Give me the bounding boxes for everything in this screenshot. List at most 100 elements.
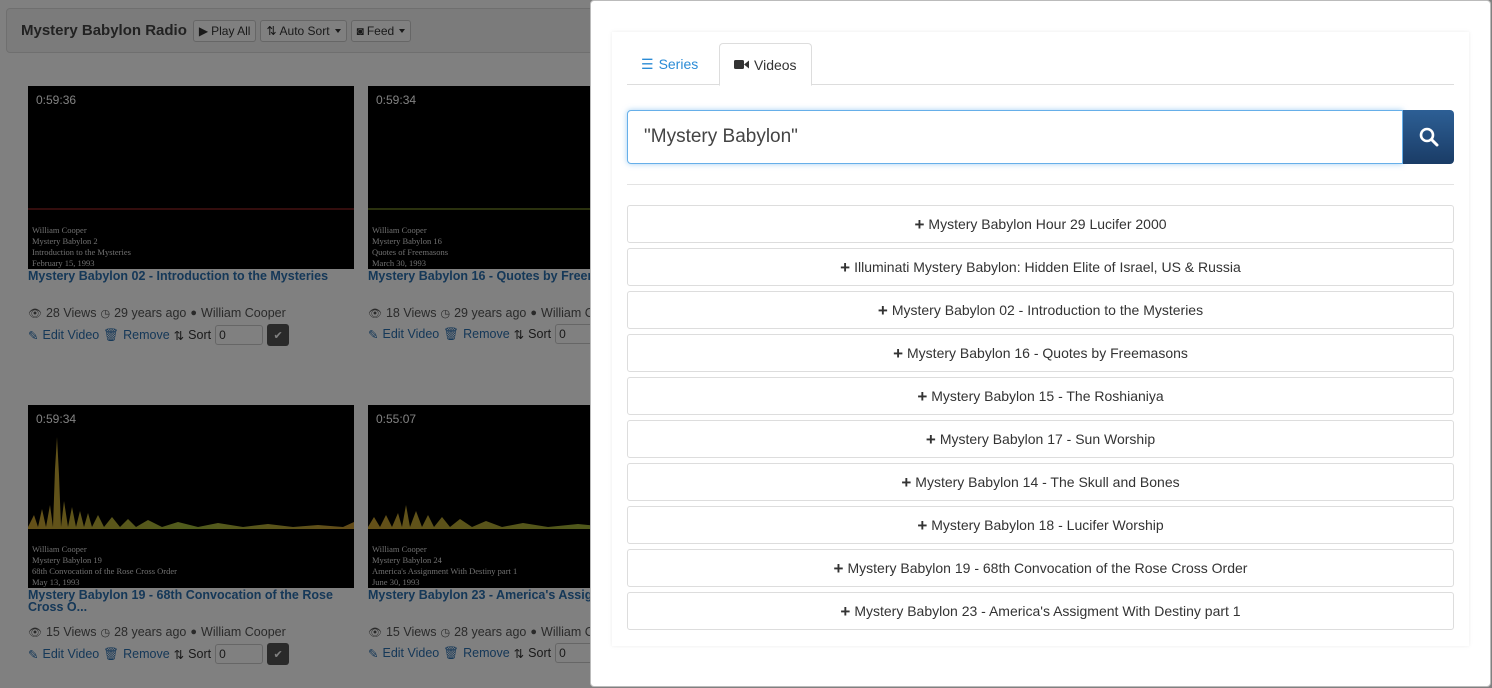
thumbnail-caption: William Cooper Mystery Babylon 19 68th C… xyxy=(32,544,177,588)
clock-icon: ◷ xyxy=(100,626,111,639)
feed-label: Feed xyxy=(366,23,395,38)
modal-tabs: ☰ Series Videos xyxy=(627,43,1454,86)
plus-icon: + xyxy=(877,300,888,320)
thumb-line: William Cooper xyxy=(372,544,427,554)
sort-icon: ⇅ xyxy=(266,23,277,38)
views-count: 28 Views xyxy=(45,306,97,320)
user-icon: ● xyxy=(530,307,538,319)
plus-icon: + xyxy=(901,472,912,492)
eye-icon: 👁 xyxy=(28,307,42,320)
tab-series[interactable]: ☰ Series xyxy=(627,43,712,85)
video-duration: 0:59:34 xyxy=(36,412,77,426)
video-thumbnail[interactable]: 0:59:36 William Cooper Mystery Babylon 2… xyxy=(28,86,354,269)
video-age: 28 years ago xyxy=(114,625,187,639)
plus-icon: + xyxy=(917,515,928,535)
result-add-button[interactable]: + Mystery Babylon 16 - Quotes by Freemas… xyxy=(627,334,1454,372)
video-author: William Cooper xyxy=(201,306,286,320)
eye-icon: 👁 xyxy=(368,307,382,320)
sort-order-input[interactable]: 0 xyxy=(215,325,264,345)
video-title-link[interactable]: Mystery Babylon 19 - 68th Convocation of… xyxy=(28,589,354,619)
video-search-input[interactable] xyxy=(627,110,1403,164)
check-square-icon[interactable]: ✔ xyxy=(267,324,290,346)
user-icon: ● xyxy=(190,626,198,638)
caret-down-icon xyxy=(334,28,341,33)
tab-videos[interactable]: Videos xyxy=(719,43,812,86)
thumb-line: Mystery Babylon 19 xyxy=(32,555,102,565)
result-label: Mystery Babylon 15 - The Roshianiya xyxy=(931,388,1164,404)
sort-icon: ⇅ xyxy=(173,647,185,662)
video-author: William C xyxy=(541,306,594,320)
edit-video-link[interactable]: Edit Video xyxy=(382,327,439,341)
play-all-label: Play All xyxy=(211,23,251,38)
thumb-line: Introduction to the Mysteries xyxy=(32,247,131,257)
sort-icon: ⇅ xyxy=(513,327,525,342)
thumb-line: May 13, 1993 xyxy=(32,577,80,587)
eye-icon: 👁 xyxy=(28,626,42,639)
thumb-line: William Cooper xyxy=(372,225,427,235)
views-count: 15 Views xyxy=(45,625,97,639)
result-add-button[interactable]: + Mystery Babylon 02 - Introduction to t… xyxy=(627,291,1454,329)
result-label: Mystery Babylon 14 - The Skull and Bones xyxy=(915,474,1180,490)
play-icon: ▶ xyxy=(198,23,209,38)
video-author: William C xyxy=(541,625,594,639)
remove-link[interactable]: Remove xyxy=(463,646,510,660)
result-label: Mystery Babylon 02 - Introduction to the… xyxy=(891,302,1204,318)
remove-link[interactable]: Remove xyxy=(123,647,170,661)
remove-link[interactable]: Remove xyxy=(123,328,170,342)
user-icon: ● xyxy=(190,307,198,319)
search-button[interactable] xyxy=(1403,110,1454,164)
result-add-button[interactable]: + Mystery Babylon 18 - Lucifer Worship xyxy=(627,506,1454,544)
result-label: Mystery Babylon 16 - Quotes by Freemason… xyxy=(907,345,1188,361)
result-label: Mystery Babylon 18 - Lucifer Worship xyxy=(931,517,1164,533)
plus-icon: + xyxy=(840,601,851,621)
search-icon xyxy=(1419,127,1438,147)
check-square-icon[interactable]: ✔ xyxy=(267,643,290,665)
result-add-button[interactable]: + Mystery Babylon 17 - Sun Worship xyxy=(627,420,1454,458)
video-actions: ✎ Edit Video 🗑 Remove ⇅ Sort 0 ✔ xyxy=(28,643,354,665)
result-label: Mystery Babylon 23 - America's Assigment… xyxy=(854,603,1241,619)
video-thumbnail[interactable]: 0:59:34 William Cooper Mystery Babylon 1… xyxy=(28,405,354,588)
edit-video-link[interactable]: Edit Video xyxy=(42,328,99,342)
plus-icon: + xyxy=(833,558,844,578)
sort-label: Sort xyxy=(188,328,212,342)
video-actions: ✎ Edit Video 🗑 Remove ⇅ Sort 0 ✔ xyxy=(28,324,354,346)
edit-video-link[interactable]: Edit Video xyxy=(382,646,439,660)
plus-icon: + xyxy=(917,386,928,406)
clock-icon: ◷ xyxy=(440,626,451,639)
sort-icon: ⇅ xyxy=(513,646,525,661)
result-add-button[interactable]: + Mystery Babylon 23 - America's Assigme… xyxy=(627,592,1454,630)
play-all-button[interactable]: ▶ Play All xyxy=(192,19,257,42)
result-add-button[interactable]: + Illuminati Mystery Babylon: Hidden Eli… xyxy=(627,248,1454,286)
rss-icon: ◙ xyxy=(356,23,364,38)
video-duration: 0:55:07 xyxy=(376,412,417,426)
sort-order-input[interactable]: 0 xyxy=(215,644,264,664)
video-title-link[interactable]: Mystery Babylon 02 - Introduction to the… xyxy=(28,270,354,300)
remove-link[interactable]: Remove xyxy=(463,327,510,341)
thumb-line: 68th Convocation of the Rose Cross Order xyxy=(32,566,177,576)
views-count: 15 Views xyxy=(385,625,437,639)
thumb-line: March 30, 1993 xyxy=(372,258,427,268)
result-label: Mystery Babylon Hour 29 Lucifer 2000 xyxy=(928,216,1167,232)
video-meta: 👁 28 Views ◷ 29 years ago ● William Cooper xyxy=(28,306,354,320)
result-add-button[interactable]: + Mystery Babylon Hour 29 Lucifer 2000 xyxy=(627,205,1454,243)
feed-button[interactable]: ◙ Feed xyxy=(350,19,412,42)
video-duration: 0:59:34 xyxy=(376,93,417,107)
result-add-button[interactable]: + Mystery Babylon 15 - The Roshianiya xyxy=(627,377,1454,415)
video-meta: 👁 15 Views ◷ 28 years ago ● William Cooper xyxy=(28,625,354,639)
thumb-line: Mystery Babylon 24 xyxy=(372,555,442,565)
thumb-line: Quotes of Freemasons xyxy=(372,247,449,257)
trash-icon: 🗑 xyxy=(103,646,120,661)
result-add-button[interactable]: + Mystery Babylon 19 - 68th Convocation … xyxy=(627,549,1454,587)
sort-label: Sort xyxy=(528,327,552,341)
result-label: Illuminati Mystery Babylon: Hidden Elite… xyxy=(854,259,1241,275)
tab-series-label: Series xyxy=(658,56,699,72)
auto-sort-button[interactable]: ⇅ Auto Sort xyxy=(260,19,347,42)
sort-label: Sort xyxy=(188,647,212,661)
modal-panel: ☰ Series Videos + xyxy=(612,32,1469,646)
edit-video-link[interactable]: Edit Video xyxy=(42,647,99,661)
thumb-line: February 15, 1993 xyxy=(32,258,95,268)
tab-videos-label: Videos xyxy=(754,56,797,73)
add-video-modal: ☰ Series Videos + xyxy=(590,0,1491,687)
thumb-line: Mystery Babylon 2 xyxy=(32,236,98,246)
result-add-button[interactable]: + Mystery Babylon 14 - The Skull and Bon… xyxy=(627,463,1454,501)
